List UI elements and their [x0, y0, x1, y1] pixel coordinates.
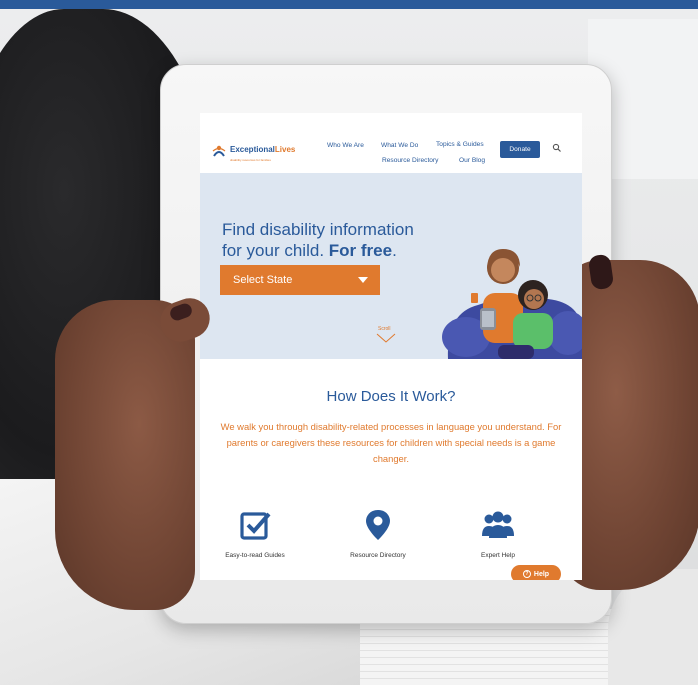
hero-title: Find disability information for your chi…: [222, 220, 414, 260]
feature-label: Expert Help: [481, 552, 515, 559]
nav-link-who-we-are[interactable]: Who We Are: [327, 142, 364, 149]
how-it-works-body: We walk you through disability-related p…: [220, 421, 562, 464]
family-illustration: [442, 249, 582, 359]
select-state-label: Select State: [233, 274, 293, 286]
map-pin-icon: [366, 510, 390, 540]
feature-expert-help[interactable]: Expert Help: [443, 508, 553, 559]
nav-link-what-we-do[interactable]: What We Do: [381, 142, 418, 149]
checkbox-icon: [240, 512, 271, 540]
tablet-screen: ExceptionalLives disability resources fo…: [200, 113, 582, 580]
feature-easy-guides[interactable]: Easy-to-read Guides: [200, 508, 310, 559]
scroll-label: Scroll: [378, 326, 391, 332]
nav-link-topics-guides[interactable]: Topics & Guides: [436, 141, 484, 148]
nav-link-resource-directory[interactable]: Resource Directory: [382, 157, 438, 164]
logo-mark-icon: [212, 145, 226, 157]
hero-section: Find disability information for your chi…: [200, 173, 582, 359]
users-icon: [482, 511, 514, 538]
how-it-works-title: How Does It Work?: [326, 388, 456, 405]
feature-label: Resource Directory: [350, 552, 406, 559]
site-logo[interactable]: ExceptionalLives disability resources fo…: [212, 139, 295, 162]
feature-label: Easy-to-read Guides: [225, 552, 285, 559]
site-header: ExceptionalLives disability resources fo…: [200, 113, 582, 173]
chevron-down-icon[interactable]: [376, 333, 396, 343]
help-button[interactable]: ? Help: [511, 565, 561, 580]
donate-button[interactable]: Donate: [500, 141, 540, 158]
help-label: Help: [533, 570, 550, 578]
left-hand: [55, 300, 195, 610]
logo-tagline: disability resources for families: [230, 158, 271, 162]
nav-link-our-blog[interactable]: Our Blog: [459, 157, 485, 164]
caret-down-icon: [358, 277, 368, 283]
select-state-dropdown[interactable]: Select State: [220, 265, 380, 295]
top-accent-bar: [0, 0, 698, 9]
logo-text: ExceptionalLives: [230, 145, 296, 154]
question-circle-icon: ?: [522, 570, 531, 578]
feature-resource-directory[interactable]: Resource Directory: [323, 508, 433, 559]
search-icon[interactable]: [552, 143, 562, 153]
